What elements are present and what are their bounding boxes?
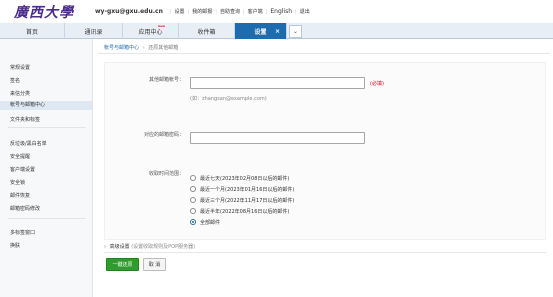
sidebar-item-general[interactable]: 常规设置 (10, 64, 30, 71)
range-option[interactable]: 最近七天(2023年02月08日以后的邮件) (190, 174, 289, 182)
account-hint: (如：zhangsan@example.com) (190, 96, 267, 102)
radio-button-selected[interactable] (190, 219, 196, 225)
account-input[interactable] (190, 77, 365, 89)
password-label: 对应的邮箱密码： (143, 132, 184, 138)
sidebar-item-signature[interactable]: 签名 (10, 77, 20, 84)
breadcrumb-divider (98, 53, 550, 54)
range-option-label: 最近三个月(2022年11月17日以后的邮件) (200, 197, 295, 204)
radio-button[interactable] (190, 175, 196, 181)
tab-label: 收件箱 (197, 28, 216, 36)
sidebar-item-multi-tab[interactable]: 多标签窗口 (10, 229, 35, 236)
tab-app-center[interactable]: 应用中心 new (123, 23, 179, 39)
advanced-settings-toggle[interactable]: › 高级设置 (设置收取规则及POP服务器) (104, 243, 195, 250)
tab-settings[interactable]: 设置 × (235, 23, 287, 39)
top-links: wy-gxu@gxu.edu.cn | 设置 | 我的邮报 | 自助查询 | 客… (95, 0, 310, 23)
radio-button[interactable] (190, 197, 196, 203)
account-label: 其他邮箱帐号： (148, 77, 184, 83)
tab-label: 设置 (254, 28, 267, 36)
close-icon[interactable]: × (275, 28, 280, 35)
range-option[interactable]: 最近半年(2022年08月16日以后的邮件) (190, 207, 289, 215)
client-link[interactable]: 客户端 (248, 8, 263, 15)
self-service-link[interactable]: 自助查询 (220, 8, 240, 15)
sidebar-item-security-alert[interactable]: 安全提醒 (10, 153, 30, 160)
user-email: wy-gxu@gxu.edu.cn (95, 8, 163, 15)
tab-inbox[interactable]: 收件箱 (179, 23, 235, 39)
settings-sidebar: 常规设置 签名 来信分类 帐号与邮箱中心 文件夹和标签 反垃圾/黑白名单 安全提… (0, 39, 93, 297)
sidebar-item-spam[interactable]: 反垃圾/黑白名单 (10, 140, 47, 147)
sidebar-item-folders[interactable]: 文件夹和标签 (10, 116, 40, 123)
range-option[interactable]: 最近三个月(2022年11月17日以后的邮件) (190, 196, 294, 204)
top-header: 廣西大學 wy-gxu@gxu.edu.cn | 设置 | 我的邮报 | 自助查… (0, 0, 553, 23)
advanced-note: (设置收取规则及POP服务器) (131, 244, 196, 250)
sidebar-item-account-center[interactable]: 帐号与邮箱中心 (0, 101, 92, 110)
radio-button[interactable] (190, 186, 196, 192)
sidebar-item-password[interactable]: 邮箱密码修改 (10, 205, 40, 212)
breadcrumb-current: 还原其他邮箱 (148, 45, 179, 51)
sidebar-divider (8, 127, 86, 128)
required-note: (必填) (370, 81, 384, 87)
new-badge: new (158, 24, 165, 28)
restore-button[interactable]: 一键还原 (106, 258, 139, 271)
range-option-all[interactable]: 全部邮件 (190, 218, 220, 226)
sidebar-item-mail-recovery[interactable]: 邮件恢复 (10, 192, 30, 199)
range-option[interactable]: 最近一个月(2023年01月16日以后的邮件) (190, 185, 294, 193)
advanced-divider (104, 252, 546, 253)
password-input[interactable] (190, 132, 365, 144)
chevron-right-icon: › (104, 244, 106, 250)
range-option-label: 最近一个月(2023年01月16日以后的邮件) (200, 186, 295, 193)
settings-link[interactable]: 设置 (175, 8, 185, 15)
sidebar-divider (8, 218, 86, 219)
logout-link[interactable]: 退出 (300, 8, 310, 15)
breadcrumb: 帐号与邮箱中心 › 还原其他邮箱 (104, 44, 178, 51)
radio-button[interactable] (190, 208, 196, 214)
tab-contacts[interactable]: 通讯录 (65, 23, 123, 39)
link-separator: | (215, 8, 217, 15)
sidebar-item-skin[interactable]: 换肤 (10, 242, 20, 249)
tab-bar: 首页 通讯录 应用中心 new 收件箱 设置 × ⌄ (0, 23, 553, 39)
cancel-button[interactable]: 取 消 (143, 258, 166, 271)
tab-label: 首页 (25, 28, 38, 36)
advanced-title: 高级设置 (109, 244, 130, 250)
university-logo: 廣西大學 (14, 4, 74, 21)
breadcrumb-separator: › (142, 45, 145, 51)
range-label: 收取时间范围： (148, 171, 184, 177)
range-option-label: 全部邮件 (200, 219, 221, 226)
english-link[interactable]: English (270, 8, 292, 15)
link-separator: | (187, 8, 190, 15)
link-separator: | (242, 8, 245, 15)
my-newsletter-link[interactable]: 我的邮报 (192, 8, 212, 15)
sidebar-item-security-lock[interactable]: 安全锁 (10, 179, 25, 186)
range-option-label: 最近半年(2022年08月16日以后的邮件) (200, 208, 290, 215)
tab-home[interactable]: 首页 (0, 23, 65, 39)
link-separator: | (265, 8, 268, 15)
link-separator: | (169, 8, 172, 15)
breadcrumb-parent[interactable]: 帐号与邮箱中心 (104, 45, 139, 51)
range-option-label: 最近七天(2023年02月08日以后的邮件) (200, 175, 290, 182)
chevron-down-icon[interactable]: ⌄ (289, 25, 302, 38)
link-separator: | (295, 8, 297, 15)
sidebar-item-mail-rules[interactable]: 来信分类 (10, 90, 30, 97)
tab-label: 通讯录 (84, 28, 103, 36)
sidebar-item-client[interactable]: 客户端设置 (10, 166, 35, 173)
